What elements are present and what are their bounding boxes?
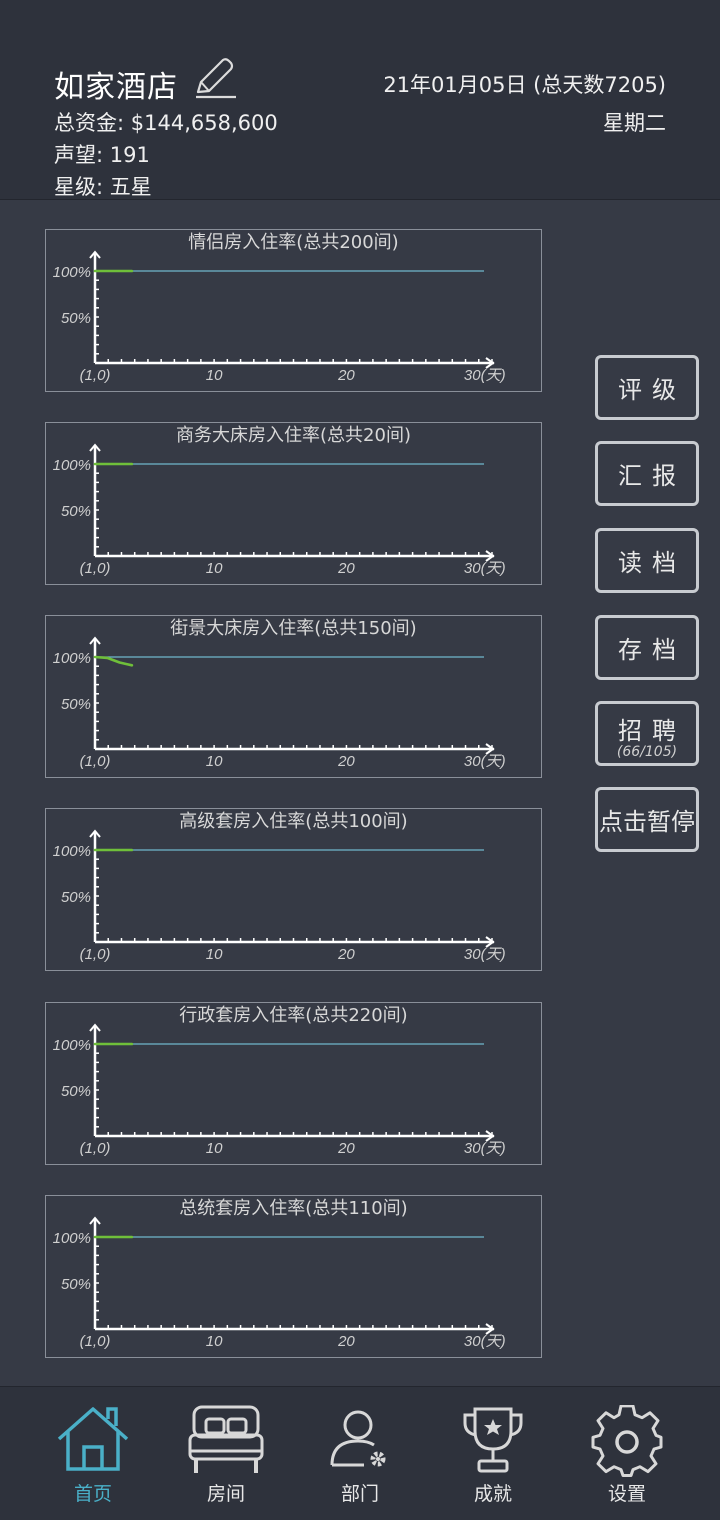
load-button-label: 读档 (618, 549, 686, 577)
save-game-button[interactable]: 存档 (595, 615, 699, 680)
chart-title: 总统套房入住率(总共110间) (179, 1198, 408, 1219)
occupancy-series-line (93, 655, 134, 667)
x-tick-label: (1,0) (80, 753, 111, 770)
bed-icon (188, 1405, 264, 1473)
nav-departments[interactable]: 部门 (300, 1387, 420, 1520)
chart-title: 高级套房入住率(总共100间) (179, 811, 408, 832)
trophy-icon (463, 1407, 523, 1473)
user-settings-icon (330, 1410, 386, 1467)
nav-settings[interactable]: 设置 (567, 1387, 687, 1520)
x-tick-label: 20 (337, 946, 355, 963)
nav-achievements-label: 成就 (473, 1483, 512, 1505)
x-tick-label: 20 (337, 367, 355, 384)
nav-settings-label: 设置 (607, 1483, 646, 1505)
rating-button-label: 评级 (618, 376, 686, 404)
y-tick-label: 50% (61, 1276, 91, 1293)
occupancy-chart-business-room: 100% 50% (1,0) 10 20 30(天) 商务大床房入住率(总共20间) (45, 422, 542, 585)
hotel-name: 如家酒店 (54, 70, 178, 105)
occupancy-chart-presidential-suite: 100% 50% (1,0) 10 20 30(天) 总统套房入住率(总共110间) (45, 1195, 542, 1358)
x-tick-label: 20 (337, 560, 355, 577)
chart-title: 街景大床房入住率(总共150间) (170, 618, 417, 639)
chart-title: 行政套房入住率(总共220间) (179, 1005, 408, 1026)
x-tick-label: (1,0) (80, 1333, 111, 1350)
x-tick-label: 30(天) (464, 367, 506, 384)
occupancy-chart-couple-room: 100% 50% (1,0) 10 20 30(天) 情侣房入住率(总共200间) (45, 229, 542, 392)
x-tick-label: 30(天) (464, 946, 506, 963)
occupancy-chart-street-view-room: 100% 50% (1,0) 10 20 30(天) 街景大床房入住率(总共150间) (45, 615, 542, 778)
y-tick-label: 100% (53, 457, 91, 474)
y-tick-label: 50% (61, 310, 91, 327)
x-tick-label: 30(天) (464, 560, 506, 577)
x-tick-label: 30(天) (464, 753, 506, 770)
x-tick-label: 10 (206, 946, 223, 963)
y-tick-label: 50% (61, 696, 91, 713)
recruit-count: (66/105) (616, 744, 678, 760)
x-tick-label: 20 (337, 1333, 355, 1350)
x-tick-label: 10 (206, 753, 223, 770)
x-tick-label: 20 (337, 753, 355, 770)
nav-achievements[interactable]: 成就 (433, 1387, 553, 1520)
report-button[interactable]: 汇报 (595, 441, 699, 506)
weekday: 星期二 (603, 111, 666, 135)
home-icon (57, 1407, 129, 1471)
game-date: 21年01月05日 (总天数7205) (383, 73, 666, 97)
x-tick-label: 20 (337, 1140, 355, 1157)
x-tick-label: 10 (206, 1333, 223, 1350)
recruit-button-label: 招聘 (618, 717, 686, 745)
y-tick-label: 100% (53, 650, 91, 667)
x-tick-label: (1,0) (80, 1140, 111, 1157)
occupancy-chart-executive-suite: 100% 50% (1,0) 10 20 30(天) 行政套房入住率(总共220间) (45, 1002, 542, 1165)
status-header: 如家酒店 总资金: $144,658,600 声望: 191 星级: 五星 21… (0, 0, 720, 200)
pause-button[interactable]: 点击暂停 (595, 787, 699, 852)
report-button-label: 汇报 (618, 462, 686, 490)
y-tick-label: 100% (53, 843, 91, 860)
y-tick-label: 100% (53, 264, 91, 281)
total-funds: 总资金: $144,658,600 (54, 111, 278, 135)
save-button-label: 存档 (618, 636, 686, 664)
load-game-button[interactable]: 读档 (595, 528, 699, 593)
x-tick-label: 30(天) (464, 1140, 506, 1157)
chart-title: 情侣房入住率(总共200间) (188, 232, 399, 253)
x-tick-label: 10 (206, 367, 223, 384)
y-tick-label: 50% (61, 1083, 91, 1100)
y-tick-label: 100% (53, 1230, 91, 1247)
nav-rooms[interactable]: 房间 (166, 1387, 286, 1520)
pause-button-label: 点击暂停 (599, 808, 695, 836)
x-tick-label: 10 (206, 1140, 223, 1157)
nav-departments-label: 部门 (340, 1483, 379, 1505)
gear-icon (591, 1405, 663, 1477)
x-tick-label: (1,0) (80, 560, 111, 577)
x-tick-label: (1,0) (80, 946, 111, 963)
rating-button[interactable]: 评级 (595, 355, 699, 420)
star-level: 星级: 五星 (54, 175, 152, 199)
y-tick-label: 50% (61, 889, 91, 906)
chart-title: 商务大床房入住率(总共20间) (176, 425, 411, 446)
x-tick-label: (1,0) (80, 367, 111, 384)
recruit-button[interactable]: 招聘 (66/105) (595, 701, 699, 766)
nav-home[interactable]: 首页 (33, 1387, 153, 1520)
y-tick-label: 50% (61, 503, 91, 520)
bottom-navigation: 首页 房间 部门 成就 设置 (0, 1386, 720, 1520)
edit-pencil-icon[interactable] (192, 56, 238, 100)
reputation: 声望: 191 (54, 143, 150, 167)
x-tick-label: 30(天) (464, 1333, 506, 1350)
x-tick-label: 10 (206, 560, 223, 577)
nav-rooms-label: 房间 (206, 1483, 245, 1505)
nav-home-label: 首页 (73, 1483, 112, 1505)
occupancy-chart-deluxe-suite: 100% 50% (1,0) 10 20 30(天) 高级套房入住率(总共100间) (45, 808, 542, 971)
y-tick-label: 100% (53, 1037, 91, 1054)
